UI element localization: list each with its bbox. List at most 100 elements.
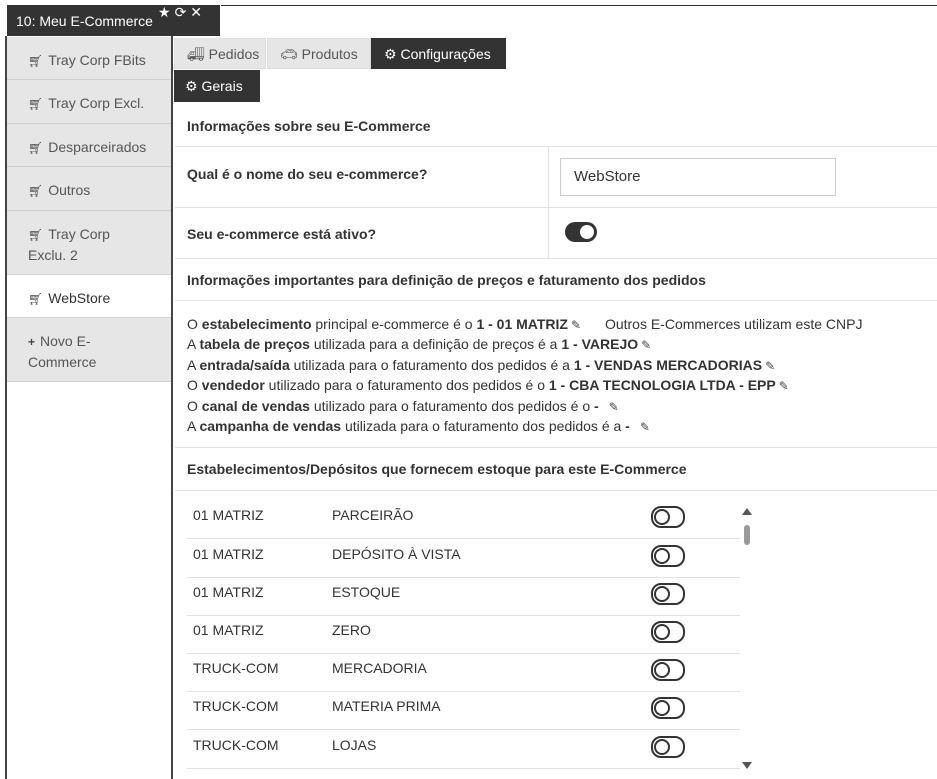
section-title-stock: Estabelecimentos/Depósitos que fornecem … — [187, 461, 687, 477]
establishment-cell: 01 MATRIZ — [193, 584, 264, 600]
cart-icon: 🛒︎ — [28, 54, 44, 68]
field-value: 1 - 01 MATRIZ — [476, 316, 568, 332]
stock-toggle[interactable] — [651, 736, 685, 758]
section-title-info: Informações sobre seu E-Commerce — [187, 118, 431, 134]
edit-icon[interactable]: ✎ — [779, 379, 789, 393]
text: utilizado para o faturamento dos pedidos… — [309, 398, 595, 414]
ecommerce-name-input[interactable]: WebStore — [560, 158, 836, 196]
tab-produtos[interactable]: 🚗︎ Produtos — [267, 38, 371, 69]
sidebar-item-tray-corp-exclu-2[interactable]: 🛒︎ Tray Corp Exclu. 2 — [7, 211, 171, 275]
close-icon[interactable]: ✕ — [190, 4, 206, 20]
cart-icon: 🛒︎ — [28, 141, 44, 155]
edit-icon[interactable]: ✎ — [571, 318, 581, 332]
ecommerce-name-label: Qual é o nome do seu e-commerce? — [187, 166, 428, 182]
divider — [175, 146, 937, 147]
edit-icon[interactable]: ✎ — [640, 420, 650, 434]
refresh-icon[interactable]: ⟳ — [175, 4, 191, 20]
text: utilizada para o faturamento dos pedidos… — [341, 418, 626, 434]
deposit-cell: MERCADORIA — [332, 660, 427, 676]
pricing-line-establishment: O estabelecimento principal e-commerce é… — [187, 316, 862, 332]
sidebar-item-tray-corp-fbits[interactable]: 🛒︎ Tray Corp FBits — [7, 37, 171, 80]
text: O — [187, 316, 202, 332]
section-title-pricing: Informações importantes para definição d… — [187, 272, 706, 288]
sidebar-item-label: Tray Corp Excl. — [48, 95, 145, 111]
cnpj-note: Outros E-Commerces utilizam este CNPJ — [604, 316, 863, 332]
sidebar-item-tray-corp-excl[interactable]: 🛒︎ Tray Corp Excl. — [7, 80, 171, 124]
stock-toggle[interactable] — [651, 659, 685, 681]
text: utilizado para o faturamento dos pedidos… — [264, 377, 549, 393]
deposit-cell: PARCEIRÃO — [332, 507, 414, 523]
stock-row: 01 MATRIZ ESTOQUE — [187, 577, 740, 616]
scroll-up-arrow[interactable] — [742, 508, 752, 515]
cart-icon: 🛒︎ — [28, 97, 44, 111]
tab-label: Pedidos — [208, 46, 260, 62]
title-divider — [221, 5, 937, 6]
field-name: campanha de vendas — [199, 418, 342, 434]
field-name: tabela de preços — [199, 336, 310, 352]
tab-label: Produtos — [301, 46, 358, 62]
pricing-line-sales-channel: O canal de vendas utilizado para o fatur… — [187, 398, 619, 414]
deposit-cell: DEPÓSITO À VISTA — [332, 546, 461, 562]
sidebar-item-label: Outros — [48, 182, 91, 198]
tab-configuracoes[interactable]: ⚙ Configurações — [371, 38, 506, 69]
stock-toggle[interactable] — [651, 697, 685, 719]
stock-row: TRUCK-COM MERCADORIA — [187, 653, 740, 692]
stock-toggle[interactable] — [651, 506, 685, 528]
field-name: canal de vendas — [201, 398, 310, 414]
text: O — [187, 377, 202, 393]
pricing-line-seller: O vendedor utilizado para o faturamento … — [187, 377, 789, 393]
field-name: entrada/saída — [199, 357, 290, 373]
sidebar-item-novo-e-commerce[interactable]: + Novo E-Commerce — [7, 318, 171, 382]
establishment-cell: TRUCK-COM — [193, 660, 279, 676]
pricing-line-entry-exit: A entrada/saída utilizada para o faturam… — [187, 357, 775, 373]
cart-icon: 🛒︎ — [28, 228, 44, 242]
stock-row: TRUCK-COM LOJAS — [187, 730, 740, 769]
stock-toggle[interactable] — [651, 583, 685, 605]
deposit-cell: LOJAS — [332, 737, 377, 753]
gears-icon: ⚙ — [384, 46, 397, 62]
stock-row: 01 MATRIZ ZERO — [187, 615, 740, 654]
divider — [175, 207, 937, 208]
sidebar-item-label: Novo E-Commerce — [28, 333, 97, 370]
scroll-down-arrow[interactable] — [742, 762, 752, 769]
field-value: - — [625, 418, 630, 434]
cart-icon: 🛒︎ — [28, 184, 44, 198]
sidebar: 🛒︎ Tray Corp FBits 🛒︎ Tray Corp Excl. 🛒︎ De… — [7, 37, 171, 779]
edit-icon[interactable]: ✎ — [609, 400, 619, 414]
frame-sidebar-border — [171, 36, 173, 779]
window-title: 10: Meu E-Commerce — [16, 13, 153, 29]
window-controls: ★⟳✕ — [158, 4, 206, 21]
field-name: vendedor — [201, 377, 265, 393]
text: A — [187, 336, 200, 352]
sidebar-item-outros[interactable]: 🛒︎ Outros — [7, 167, 171, 211]
star-icon[interactable]: ★ — [158, 4, 175, 20]
deposit-cell: ESTOQUE — [332, 584, 401, 600]
sidebar-item-label: WebStore — [48, 290, 111, 306]
ecommerce-active-label: Seu e-commerce está ativo? — [187, 226, 377, 242]
text: A — [187, 418, 200, 434]
plus-icon: + — [28, 335, 36, 349]
truck-icon: 🚚︎ — [187, 46, 205, 62]
stock-row: 01 MATRIZ DEPÓSITO À VISTA — [187, 539, 740, 578]
pricing-line-price-table: A tabela de preços utilizada para a defi… — [187, 336, 651, 352]
scrollbar-thumb[interactable] — [744, 525, 750, 545]
edit-icon[interactable]: ✎ — [765, 359, 775, 373]
sidebar-item-label: Tray Corp FBits — [48, 52, 146, 68]
gears-icon: ⚙ — [185, 78, 198, 94]
edit-icon[interactable]: ✎ — [641, 338, 651, 352]
stock-toggle[interactable] — [651, 545, 685, 567]
establishment-cell: 01 MATRIZ — [193, 507, 264, 523]
field-value: 1 - CBA TECNOLOGIA LTDA - EPP — [548, 377, 776, 393]
sidebar-item-desparceirados[interactable]: 🛒︎ Desparceirados — [7, 124, 171, 167]
divider — [175, 300, 937, 301]
stock-toggle[interactable] — [651, 621, 685, 643]
field-name: estabelecimento — [201, 316, 312, 332]
ecommerce-active-toggle[interactable] — [565, 222, 597, 242]
tab-pedidos[interactable]: 🚚︎ Pedidos — [174, 38, 266, 69]
stock-row: TRUCK-COM MATERIA PRIMA — [187, 691, 740, 730]
stock-row: 01 MATRIZ PARCEIRÃO — [187, 500, 740, 539]
sidebar-item-webstore[interactable]: 🛒︎ WebStore — [7, 275, 171, 318]
text: O — [187, 398, 202, 414]
settings-panel: Informações sobre seu E-Commerce Qual é … — [175, 104, 937, 779]
subtab-gerais[interactable]: ⚙ Gerais — [174, 70, 260, 102]
